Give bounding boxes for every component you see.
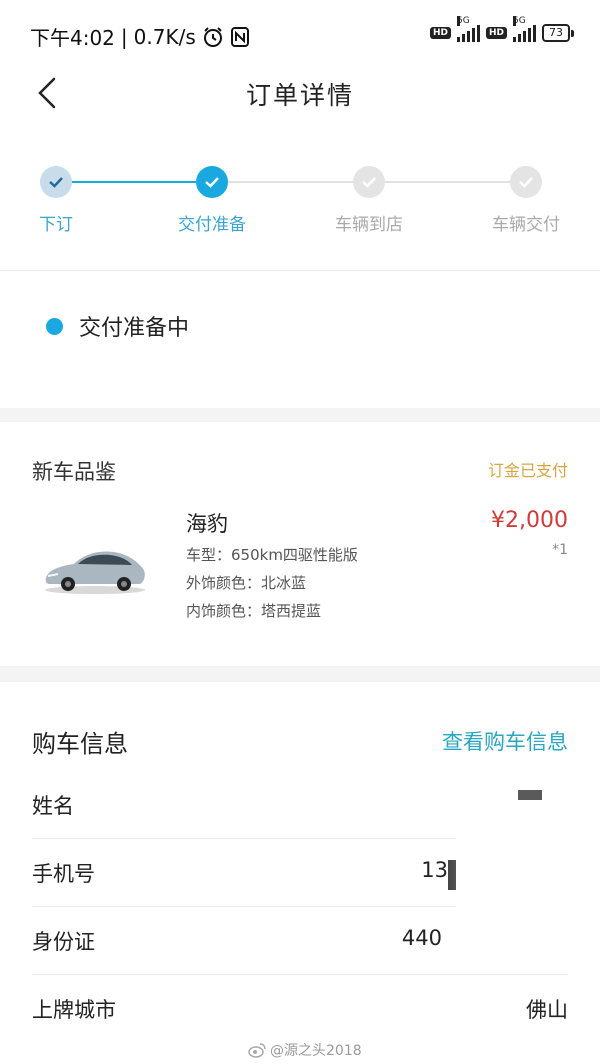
step-4-label: 车辆交付 [492, 215, 560, 235]
signal-icon-2: 5G [513, 16, 536, 42]
row-value-phone: 13 [421, 858, 448, 882]
step-2-current-icon [196, 166, 228, 198]
progress-line-done [72, 181, 196, 183]
product-section-title: 新车品鉴 [32, 460, 116, 484]
step-3-label: 车辆到店 [335, 215, 403, 235]
car-model: 车型：650km四驱性能版 [186, 546, 358, 564]
row-divider-2 [32, 906, 458, 907]
car-exterior-color: 外饰颜色：北冰蓝 [186, 574, 307, 592]
battery-icon: 73 [542, 24, 574, 42]
purchase-info-title: 购车信息 [32, 730, 128, 758]
hd-icon: HD [429, 27, 451, 39]
network-type: 5G [456, 16, 470, 26]
car-quantity: *1 [552, 542, 568, 558]
row-label-id: 身份证 [32, 930, 95, 954]
order-status: 交付准备中 [46, 310, 189, 342]
order-progress: 下订 交付准备 车辆到店 车辆交付 [0, 160, 600, 250]
status-time: 下午4:02 [30, 26, 115, 50]
redaction-white [456, 800, 568, 968]
watermark-text: @源之头2018 [270, 1043, 362, 1059]
car-image[interactable] [40, 540, 150, 596]
divider [0, 270, 600, 271]
section-gap [0, 408, 600, 422]
step-4-pending-icon [510, 166, 542, 198]
hd-icon-2: HD [485, 27, 507, 39]
status-dot-icon [46, 317, 63, 335]
step-3-pending-icon [353, 166, 385, 198]
car-price: ¥2,000 [491, 508, 568, 533]
nav-bar: 订单详情 [0, 64, 600, 120]
car-interior-color: 内饰颜色：塔西提蓝 [186, 602, 322, 620]
network-type-2: 5G [513, 16, 526, 26]
signal-icon: 5G [456, 16, 480, 42]
order-status-text: 交付准备中 [79, 316, 190, 341]
alarm-icon [203, 26, 222, 47]
page-title: 订单详情 [245, 81, 354, 110]
row-divider [32, 838, 458, 839]
status-right: HD 5G HD 5G 73 [429, 16, 574, 42]
car-name: 海豹 [186, 512, 228, 536]
row-divider-3 [32, 974, 568, 975]
status-left: 下午4:02 | 0.7K/s [30, 22, 250, 51]
step-2-label: 交付准备 [178, 215, 246, 235]
status-bar: 下午4:02 | 0.7K/s HD 5G HD 5G 73 [0, 0, 600, 64]
weibo-icon [248, 1043, 266, 1058]
view-purchase-info-link[interactable]: 查看购车信息 [442, 726, 568, 756]
row-value-id: 440 [401, 926, 442, 950]
watermark: @源之头2018 [248, 1040, 362, 1060]
step-1-done-icon [40, 166, 72, 198]
section-gap-2 [0, 666, 600, 682]
row-label-city: 上牌城市 [32, 998, 116, 1022]
row-value-city: 佛山 [526, 998, 568, 1022]
status-speed: 0.7K/s [133, 24, 196, 49]
nfc-icon [230, 26, 249, 47]
row-label-phone: 手机号 [32, 862, 95, 886]
row-label-name: 姓名 [32, 794, 74, 818]
status-separator: | [120, 24, 128, 49]
step-1-label: 下订 [39, 215, 73, 235]
payment-status-badge: 订金已支付 [487, 461, 568, 480]
